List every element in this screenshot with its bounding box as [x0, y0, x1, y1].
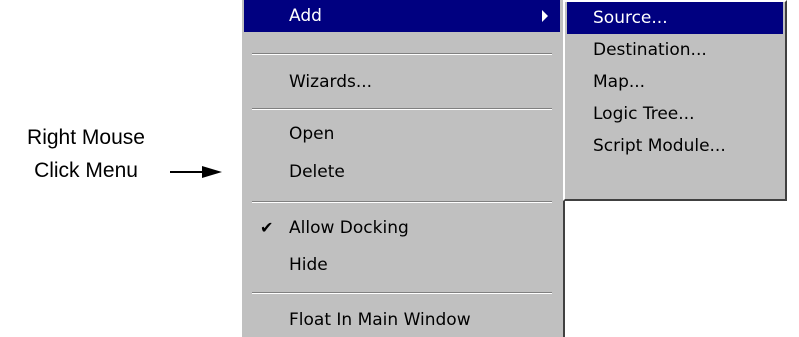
submenu-item-source-label: Source... — [593, 8, 668, 28]
arrow-right-icon — [170, 166, 222, 178]
context-menu: Add Wizards... Open Delete ✔ Allow Docki… — [240, 0, 565, 337]
menu-item-add[interactable]: Add — [244, 0, 560, 32]
triangle-right-icon — [542, 10, 548, 22]
menu-item-open-label: Open — [289, 124, 335, 144]
menu-item-allow-docking-label: Allow Docking — [289, 218, 409, 238]
menu-item-add-label: Add — [289, 6, 322, 26]
menu-item-float-label: Float In Main Window — [289, 310, 471, 330]
screenshot-canvas: Right Mouse Click Menu Add Wizards... Op… — [0, 0, 799, 337]
menu-item-open[interactable]: Open — [244, 118, 560, 150]
submenu-item-map[interactable]: Map... — [567, 66, 783, 98]
submenu-item-script-module[interactable]: Script Module... — [567, 130, 783, 162]
submenu-item-destination[interactable]: Destination... — [567, 34, 783, 66]
menu-separator — [252, 201, 552, 203]
annotation-label: Right Mouse Click Menu — [6, 121, 166, 187]
annotation-line-1: Right Mouse — [27, 126, 145, 149]
menu-item-delete[interactable]: Delete — [244, 156, 560, 188]
add-submenu: Source... Destination... Map... Logic Tr… — [563, 0, 787, 201]
submenu-item-logic-tree[interactable]: Logic Tree... — [567, 98, 783, 130]
submenu-item-destination-label: Destination... — [593, 40, 707, 60]
menu-item-wizards[interactable]: Wizards... — [244, 66, 560, 98]
menu-item-hide-label: Hide — [289, 255, 328, 275]
menu-separator — [252, 292, 552, 294]
submenu-item-logic-tree-label: Logic Tree... — [593, 104, 695, 124]
annotation-line-2: Click Menu — [34, 159, 138, 182]
submenu-item-source[interactable]: Source... — [567, 2, 783, 34]
menu-separator — [252, 108, 552, 110]
submenu-item-map-label: Map... — [593, 72, 646, 92]
checkmark-icon: ✔ — [260, 218, 274, 237]
menu-separator — [252, 53, 552, 55]
menu-item-float-in-main-window[interactable]: Float In Main Window — [244, 304, 560, 336]
submenu-item-script-module-label: Script Module... — [593, 136, 726, 156]
menu-item-wizards-label: Wizards... — [289, 72, 373, 92]
menu-item-hide[interactable]: Hide — [244, 249, 560, 281]
menu-item-allow-docking[interactable]: ✔ Allow Docking — [244, 212, 560, 244]
menu-item-delete-label: Delete — [289, 162, 345, 182]
